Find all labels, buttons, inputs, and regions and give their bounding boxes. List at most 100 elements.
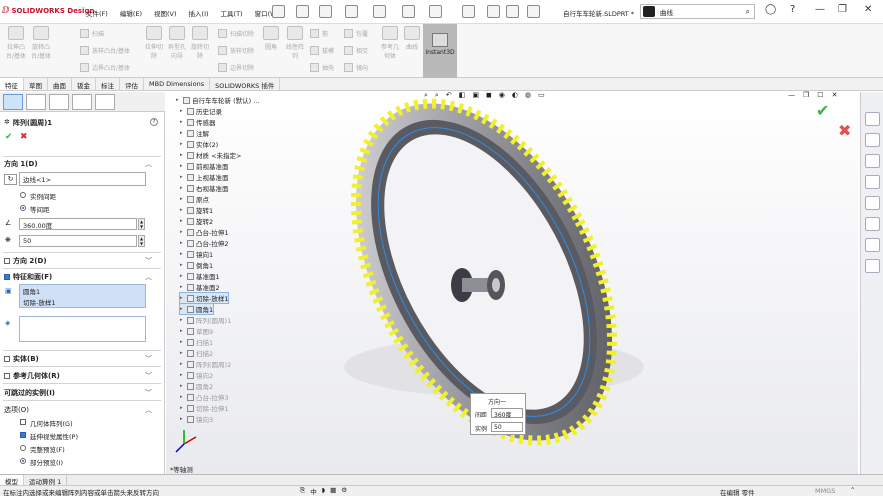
bodies-title[interactable]: 实体(B) <box>13 354 39 364</box>
rib-button[interactable]: 筋 <box>310 29 328 38</box>
linear-pattern-button[interactable]: 线性阵列 <box>285 26 305 60</box>
sweep-button[interactable]: 扫描 <box>80 29 104 38</box>
equal-spacing-radio[interactable] <box>20 205 26 211</box>
boundary-button[interactable]: 边界凸台/基体 <box>80 63 130 72</box>
expand-arrow-icon[interactable]: ▸ <box>180 207 185 213</box>
expand-arrow-icon[interactable]: ▸ <box>180 196 185 202</box>
view-palette-icon[interactable] <box>865 175 880 189</box>
restore-icon[interactable]: ❐ <box>838 4 847 15</box>
status-chevron-icon[interactable]: ⌃ <box>850 486 855 494</box>
expand-arrow-icon[interactable]: ▸ <box>180 163 185 169</box>
tree-item[interactable]: ▸ 圆角1 <box>178 303 215 315</box>
resources-icon[interactable] <box>865 112 880 126</box>
revolve-boss-button[interactable]: 旋转凸台/基体 <box>29 26 53 60</box>
tree-item[interactable]: ▸ 前视基准面 <box>180 161 229 171</box>
shell-button[interactable]: 抽壳 <box>310 63 334 72</box>
viewport-maximize-icon[interactable]: ☐ <box>817 91 823 99</box>
open-icon[interactable] <box>319 5 332 18</box>
tree-item[interactable]: ▸ 扫描2 <box>180 348 213 358</box>
forum-icon[interactable] <box>865 238 880 252</box>
menu-view[interactable]: 视图(V) <box>154 8 177 18</box>
callout-spacing-field[interactable]: 360度 <box>491 408 523 419</box>
home-icon[interactable] <box>272 5 285 18</box>
help-button[interactable]: ? <box>150 118 158 126</box>
tab-surfaces[interactable]: 曲面 <box>48 78 72 90</box>
ime-mode-icon[interactable]: 中 <box>310 486 317 496</box>
tree-item[interactable]: ▸ 切除-拉伸1 <box>180 403 228 413</box>
dimxpert-icon[interactable] <box>72 94 92 110</box>
chevron-up-icon[interactable]: ︿ <box>145 405 152 415</box>
swept-cut-button[interactable]: 扫描切除 <box>218 29 254 38</box>
tree-item[interactable]: ▸ 右视基准面 <box>180 183 229 193</box>
expand-arrow-icon[interactable]: ▸ <box>180 141 185 147</box>
tree-item[interactable]: ▸ 旋转1 <box>180 205 213 215</box>
tree-item[interactable]: ▸ 原点 <box>180 194 209 204</box>
geometry-pattern-checkbox[interactable] <box>20 419 26 425</box>
propagate-visual-checkbox[interactable] <box>20 432 26 438</box>
instance-spacing-radio[interactable] <box>20 192 26 198</box>
instances-field[interactable]: 50 <box>19 235 137 247</box>
chevron-down-icon[interactable]: ﹀ <box>145 354 152 364</box>
features-faces-checkbox[interactable] <box>4 274 10 280</box>
intersect-button[interactable]: 相交 <box>344 46 368 55</box>
tree-item[interactable]: ▸ 传感器 <box>180 117 216 127</box>
new-icon[interactable] <box>296 5 309 18</box>
expand-arrow-icon[interactable]: ▸ <box>180 350 185 356</box>
appearances-icon[interactable] <box>865 196 880 210</box>
viewport-close-icon[interactable]: ✕ <box>832 91 838 99</box>
search-icon[interactable]: ⌕ <box>746 7 750 17</box>
instances-spinner[interactable]: ▲ ▼ <box>138 235 145 247</box>
ok-icon[interactable]: ✔ <box>5 132 13 142</box>
expand-arrow-icon[interactable]: ▸ <box>176 97 181 103</box>
tree-item[interactable]: ▸ 基准面1 <box>180 271 220 281</box>
direction2-checkbox[interactable] <box>4 258 10 264</box>
skip-instances-title[interactable]: 可跳过的实例(I) <box>4 388 55 398</box>
expand-arrow-icon[interactable]: ▸ <box>180 372 185 378</box>
expand-arrow-icon[interactable]: ▸ <box>180 295 185 301</box>
expand-arrow-icon[interactable]: ▸ <box>180 119 185 125</box>
file-explorer-icon[interactable] <box>865 154 880 168</box>
features-faces-title[interactable]: 特征和面(F) <box>13 272 52 282</box>
previous-view-icon[interactable]: ↶ <box>446 91 452 100</box>
menu-tools[interactable]: 工具(T) <box>221 8 243 18</box>
feature-manager-icon[interactable] <box>3 94 23 110</box>
view-settings-icon[interactable]: ▭ <box>538 91 545 100</box>
tree-item[interactable]: ▸ 凸台-拉伸1 <box>180 227 228 237</box>
ime-icon[interactable]: ⎘ <box>300 486 305 496</box>
expand-arrow-icon[interactable]: ▸ <box>180 240 185 246</box>
features-list[interactable]: 圆角1 切除-放样1 <box>19 284 146 308</box>
tab-model[interactable]: 模型 <box>0 475 24 486</box>
draft-button[interactable]: 拔模 <box>310 46 334 55</box>
minimize-icon[interactable]: — <box>815 4 825 15</box>
tree-item[interactable]: ▸ 阵列(圆周)2 <box>180 359 231 369</box>
tree-item[interactable]: ▸ 凸台-拉伸2 <box>180 238 228 248</box>
tree-item[interactable]: ▸ 圆角2 <box>180 381 213 391</box>
chevron-down-icon[interactable]: ﹀ <box>145 371 152 381</box>
select-icon[interactable] <box>429 5 442 18</box>
save-icon[interactable] <box>345 5 358 18</box>
expand-arrow-icon[interactable]: ▸ <box>180 185 185 191</box>
wrap-button[interactable]: 包覆 <box>344 29 368 38</box>
expand-arrow-icon[interactable]: ▸ <box>180 218 185 224</box>
zoom-area-icon[interactable]: ⌕ <box>435 91 439 100</box>
expand-arrow-icon[interactable]: ▸ <box>180 306 185 312</box>
expand-arrow-icon[interactable]: ▸ <box>180 108 185 114</box>
callout-instances-field[interactable]: 50 <box>491 422 523 432</box>
tab-addins[interactable]: SOLIDWORKS 插件 <box>210 78 281 90</box>
ref-geometry-checkbox[interactable] <box>4 373 10 379</box>
ref-geometry-button[interactable]: 参考几何体 <box>380 26 400 60</box>
tab-evaluate[interactable]: 评估 <box>120 78 144 90</box>
lofted-cut-button[interactable]: 放样切除 <box>218 46 254 55</box>
expand-arrow-icon[interactable]: ▸ <box>180 339 185 345</box>
tree-item[interactable]: ▸ 倒角1 <box>180 260 213 270</box>
list-item[interactable]: 切除-放样1 <box>20 297 145 307</box>
tree-item[interactable]: ▸ 镜向1 <box>180 249 213 259</box>
help-icon[interactable]: ? <box>790 4 795 15</box>
tree-item[interactable]: ▸ 旋转2 <box>180 216 213 226</box>
tab-features[interactable]: 特征 <box>0 78 24 90</box>
bodies-checkbox[interactable] <box>4 356 10 362</box>
solidworks-assistant-icon[interactable] <box>865 259 880 273</box>
viewport-restore-icon[interactable]: ❐ <box>803 91 809 99</box>
display-style-icon[interactable]: ◼ <box>486 91 492 100</box>
tree-item[interactable]: ▸ 历史记录 <box>180 106 222 116</box>
